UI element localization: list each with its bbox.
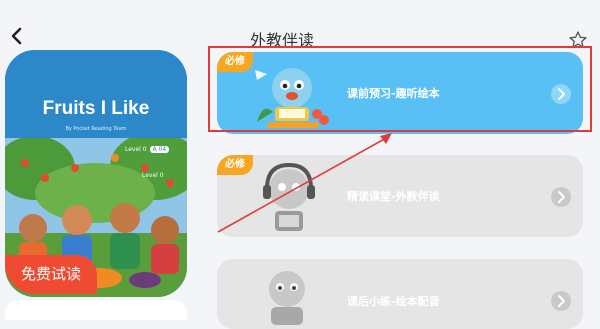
free-trial-button[interactable]: 免费试读 — [5, 255, 97, 294]
level-label: Level 0 — [125, 146, 147, 153]
mascot-dubbing-icon — [269, 271, 305, 325]
highlight-box — [208, 46, 592, 132]
lesson-card-practice[interactable]: 课后小练-绘本配音 — [217, 259, 583, 329]
chevron-right-icon — [558, 295, 565, 307]
mascot-headphones-icon — [263, 162, 315, 231]
chevron-right-icon — [558, 191, 565, 203]
back-arrow-icon[interactable] — [8, 26, 26, 46]
level-tag: Level 0 A 04 — [125, 146, 170, 153]
level-sub-label: Level 0 — [142, 172, 164, 179]
lesson-label: 精读课堂-外教伴读 — [347, 190, 440, 203]
top-bar: 外教伴读 — [0, 0, 600, 50]
lesson-arrow-button[interactable] — [551, 291, 571, 311]
lesson-card-intensive[interactable]: 必修 精读课堂-外教伴读 — [217, 155, 583, 237]
lesson-arrow-button[interactable] — [551, 187, 571, 207]
book-author: By Pocket Reading Team — [65, 126, 127, 132]
book-title: Fruits I Like — [42, 98, 150, 119]
level-code: A 04 — [149, 146, 170, 153]
bottom-strip — [5, 300, 187, 320]
lesson-label: 课后小练-绘本配音 — [347, 295, 440, 308]
